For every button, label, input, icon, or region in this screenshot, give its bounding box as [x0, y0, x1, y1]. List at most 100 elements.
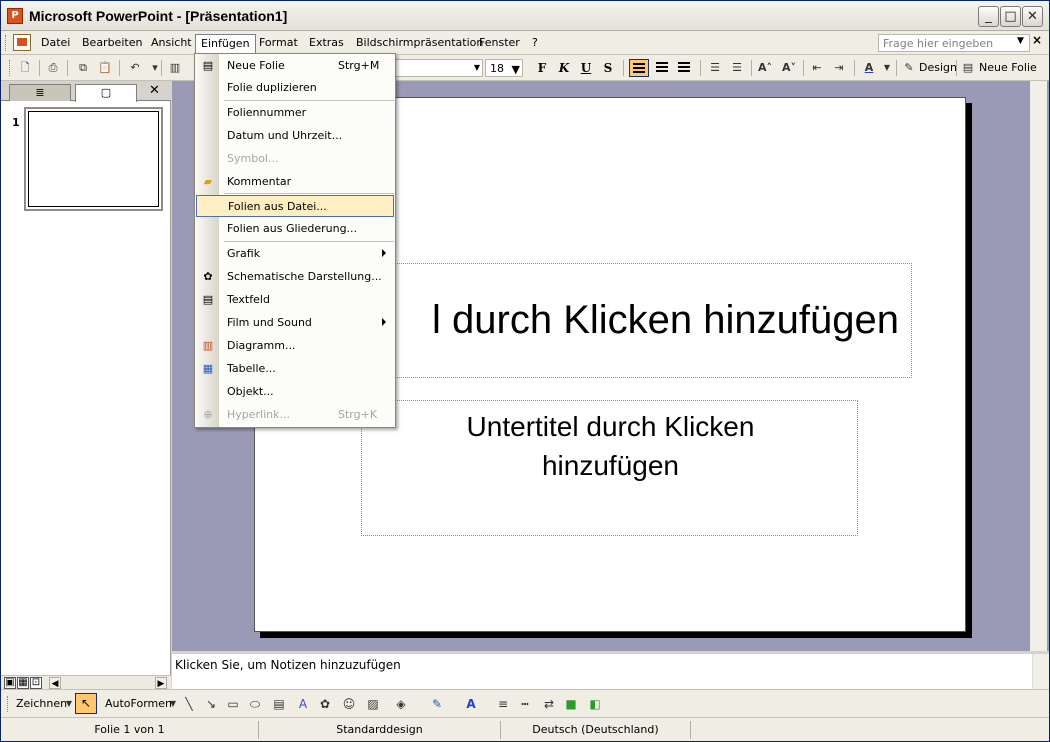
menu-item-table[interactable]: ▦ Tabelle...: [196, 358, 394, 380]
align-center-button[interactable]: [653, 59, 673, 77]
dash-style-icon[interactable]: ┅: [517, 696, 533, 712]
notes-pane[interactable]: Klicken Sie, um Notizen hinzuzufügen: [172, 651, 1049, 689]
slide-thumbnail[interactable]: [24, 107, 163, 211]
wordart-icon[interactable]: A: [295, 696, 311, 712]
scroll-right-icon[interactable]: ▶: [155, 677, 167, 689]
insert-chart-icon[interactable]: ▥: [167, 60, 183, 76]
menu-item-date-time[interactable]: Datum und Uhrzeit...: [196, 125, 394, 147]
font-name-combo[interactable]: ▼: [394, 59, 483, 77]
status-design[interactable]: Standarddesign: [259, 721, 501, 739]
menu-item-slide-number[interactable]: Foliennummer: [196, 102, 394, 124]
new-slide-button[interactable]: Neue Folie: [979, 61, 1037, 74]
design-icon: ✎: [904, 61, 914, 74]
menu-item-label: Hyperlink...: [227, 408, 290, 421]
tab-slides[interactable]: ▢: [75, 84, 137, 102]
sorter-view-icon[interactable]: ▦: [17, 677, 29, 689]
font-size-combo[interactable]: 18 ▼: [485, 59, 523, 77]
menu-fenster[interactable]: Fenster: [474, 34, 525, 52]
menu-item-movie-sound[interactable]: Film und Sound: [196, 312, 394, 334]
align-left-button[interactable]: [629, 59, 649, 77]
align-right-button[interactable]: [675, 59, 695, 77]
menu-bearbeiten[interactable]: Bearbeiten: [77, 34, 147, 52]
toolbar-grip[interactable]: [9, 60, 12, 76]
increase-font-icon[interactable]: A˄: [757, 60, 773, 76]
menu-item-picture[interactable]: Grafik: [196, 243, 394, 265]
fill-color-icon[interactable]: ◈: [393, 696, 409, 712]
menu-item-slides-from-outline[interactable]: Folien aus Gliederung...: [196, 218, 394, 240]
copy-icon[interactable]: ⧉: [75, 60, 91, 76]
normal-view-icon[interactable]: ▣: [4, 677, 16, 689]
increase-indent-icon[interactable]: ⇥: [831, 60, 847, 76]
menu-item-slides-from-file[interactable]: Folien aus Datei...: [196, 195, 394, 217]
menu-item-comment[interactable]: ▰ Kommentar: [196, 171, 394, 193]
underline-button[interactable]: U: [578, 60, 594, 76]
bullets-icon[interactable]: ☰: [729, 60, 745, 76]
subtitle-placeholder[interactable]: Untertitel durch Klicken hinzufügen: [361, 400, 858, 536]
close-button[interactable]: ✕: [1022, 6, 1043, 27]
maximize-button[interactable]: □: [1000, 6, 1021, 27]
document-icon[interactable]: [13, 34, 31, 51]
diagram-icon: ✿: [203, 270, 213, 283]
select-pointer-button[interactable]: ↖: [75, 693, 97, 714]
title-bar: P Microsoft PowerPoint - [Präsentation1]…: [1, 1, 1049, 31]
menu-item-textbox[interactable]: ▤ Textfeld: [196, 289, 394, 311]
bold-button[interactable]: F: [534, 60, 550, 76]
autoshapes-button[interactable]: AutoFormen: [105, 697, 172, 710]
menu-extras[interactable]: Extras: [304, 34, 349, 52]
drawbar-grip[interactable]: [7, 696, 10, 712]
oval-icon[interactable]: ⬭: [247, 696, 263, 712]
3d-style-icon[interactable]: ◧: [587, 696, 603, 712]
menubar-grip[interactable]: [5, 35, 8, 51]
submenu-arrow-icon: [382, 249, 386, 257]
menu-item-duplicate-slide[interactable]: Folie duplizieren: [196, 77, 394, 99]
horizontal-scrollbar[interactable]: ▣ ▦ ⊡ ◀ ▶: [1, 675, 171, 689]
shadow-button[interactable]: S: [600, 60, 616, 76]
textbox-icon[interactable]: ▤: [271, 696, 287, 712]
menu-format[interactable]: Format: [254, 34, 303, 52]
line-style-icon[interactable]: ≡: [495, 696, 511, 712]
menu-item-chart[interactable]: ▥ Diagramm...: [196, 335, 394, 357]
picture-icon[interactable]: ▨: [365, 696, 381, 712]
font-color-icon[interactable]: A: [463, 696, 479, 712]
arrow-style-icon[interactable]: ⇄: [541, 696, 557, 712]
menu-item-object[interactable]: Objekt...: [196, 381, 394, 403]
menu-bildschirmpraesentation[interactable]: Bildschirmpräsentation: [351, 34, 488, 52]
decrease-indent-icon[interactable]: ⇤: [809, 60, 825, 76]
menu-item-new-slide[interactable]: ▤ Neue Folie Strg+M: [196, 55, 394, 77]
notes-scrollbar[interactable]: [1032, 654, 1049, 689]
tab-outline[interactable]: ≣: [9, 84, 71, 101]
shadow-style-icon[interactable]: ■: [563, 696, 579, 712]
menu-einfuegen[interactable]: Einfügen: [195, 34, 256, 55]
font-color-icon[interactable]: A: [861, 60, 877, 76]
pane-close-icon[interactable]: ✕: [149, 83, 160, 98]
rectangle-icon[interactable]: ▭: [225, 696, 241, 712]
line-color-icon[interactable]: ✎: [429, 696, 445, 712]
line-icon[interactable]: ╲: [181, 696, 197, 712]
powerpoint-app-icon[interactable]: P: [7, 8, 23, 24]
diagram-icon[interactable]: ✿: [317, 696, 333, 712]
menu-datei[interactable]: Datei: [36, 34, 75, 52]
font-color-dropdown-icon[interactable]: ▼: [879, 60, 895, 76]
menu-help[interactable]: ?: [527, 34, 543, 52]
paste-icon[interactable]: 📋: [97, 60, 113, 76]
vertical-scrollbar[interactable]: [1030, 81, 1047, 651]
arrow-icon[interactable]: ↘: [203, 696, 219, 712]
autoshapes-dropdown-icon[interactable]: ▼: [165, 696, 181, 712]
help-search-input[interactable]: Frage hier eingeben: [878, 34, 1030, 52]
design-button[interactable]: Design: [919, 61, 957, 74]
draw-menu-button[interactable]: Zeichnen: [16, 697, 67, 710]
italic-button[interactable]: K: [556, 60, 572, 76]
new-document-icon[interactable]: 🗋: [17, 60, 33, 76]
menu-item-schematic[interactable]: ✿ Schematische Darstellung...: [196, 266, 394, 288]
undo-icon[interactable]: ↶: [127, 60, 143, 76]
decrease-font-icon[interactable]: A˅: [781, 60, 797, 76]
print-icon[interactable]: ⎙: [45, 60, 61, 76]
slideshow-view-icon[interactable]: ⊡: [30, 677, 42, 689]
numbering-icon[interactable]: ☰: [707, 60, 723, 76]
scroll-left-icon[interactable]: ◀: [49, 677, 61, 689]
help-dropdown-icon[interactable]: ▼: [1017, 36, 1024, 46]
doc-close-icon[interactable]: ×: [1032, 33, 1042, 47]
clipart-icon[interactable]: ☺: [341, 696, 357, 712]
menu-ansicht[interactable]: Ansicht: [146, 34, 197, 52]
minimize-button[interactable]: _: [978, 6, 999, 27]
